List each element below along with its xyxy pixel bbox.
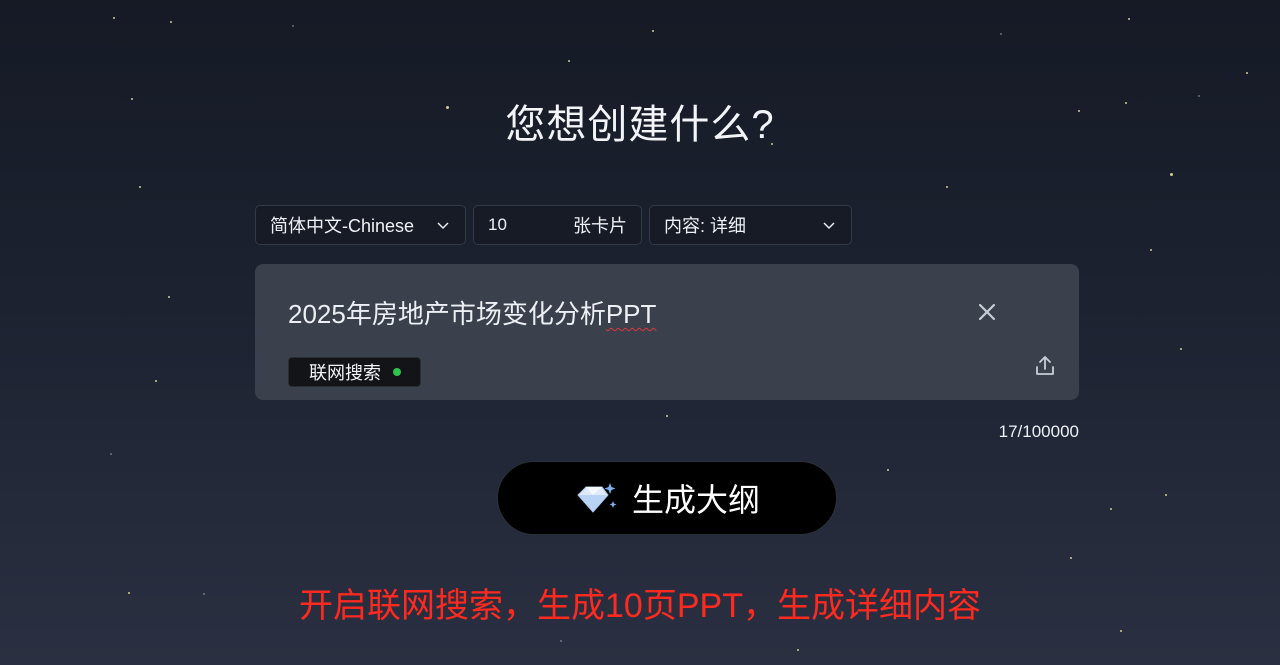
web-search-toggle[interactable]: 联网搜索 xyxy=(288,357,421,387)
generate-outline-button[interactable]: 生成大纲 xyxy=(497,461,837,535)
card-count-value: 10 xyxy=(488,215,507,234)
status-dot xyxy=(393,368,401,376)
upload-icon[interactable] xyxy=(1033,354,1057,378)
character-counter: 17/100000 xyxy=(998,422,1079,441)
card-count-input[interactable]: 10 张卡片 xyxy=(473,205,642,245)
prompt-input-box[interactable]: 2025年房地产市场变化分析PPT 联网搜索 xyxy=(255,264,1079,400)
card-count-unit: 张卡片 xyxy=(573,216,627,236)
chevron-down-icon xyxy=(823,222,835,230)
content-detail-value: 内容: 详细 xyxy=(664,216,747,236)
prompt-text[interactable]: 2025年房地产市场变化分析PPT xyxy=(288,294,656,331)
chevron-down-icon xyxy=(437,222,449,230)
prompt-text-misspelled: PPT xyxy=(605,299,657,329)
content-detail-select[interactable]: 内容: 详细 xyxy=(649,205,852,245)
close-icon[interactable] xyxy=(975,300,999,324)
annotation-text: 开启联网搜索，生成10页PPT，生成详细内容 xyxy=(299,587,981,625)
page-title: 您想创建什么? xyxy=(505,103,775,147)
language-select[interactable]: 简体中文-Chinese xyxy=(255,205,466,245)
generate-outline-label: 生成大纲 xyxy=(631,482,760,518)
diamond-sparkle-icon xyxy=(577,483,617,513)
language-select-value: 简体中文-Chinese xyxy=(270,216,415,236)
web-search-label: 联网搜索 xyxy=(309,363,381,383)
prompt-text-main: 2025年房地产市场变化分析 xyxy=(288,299,606,329)
